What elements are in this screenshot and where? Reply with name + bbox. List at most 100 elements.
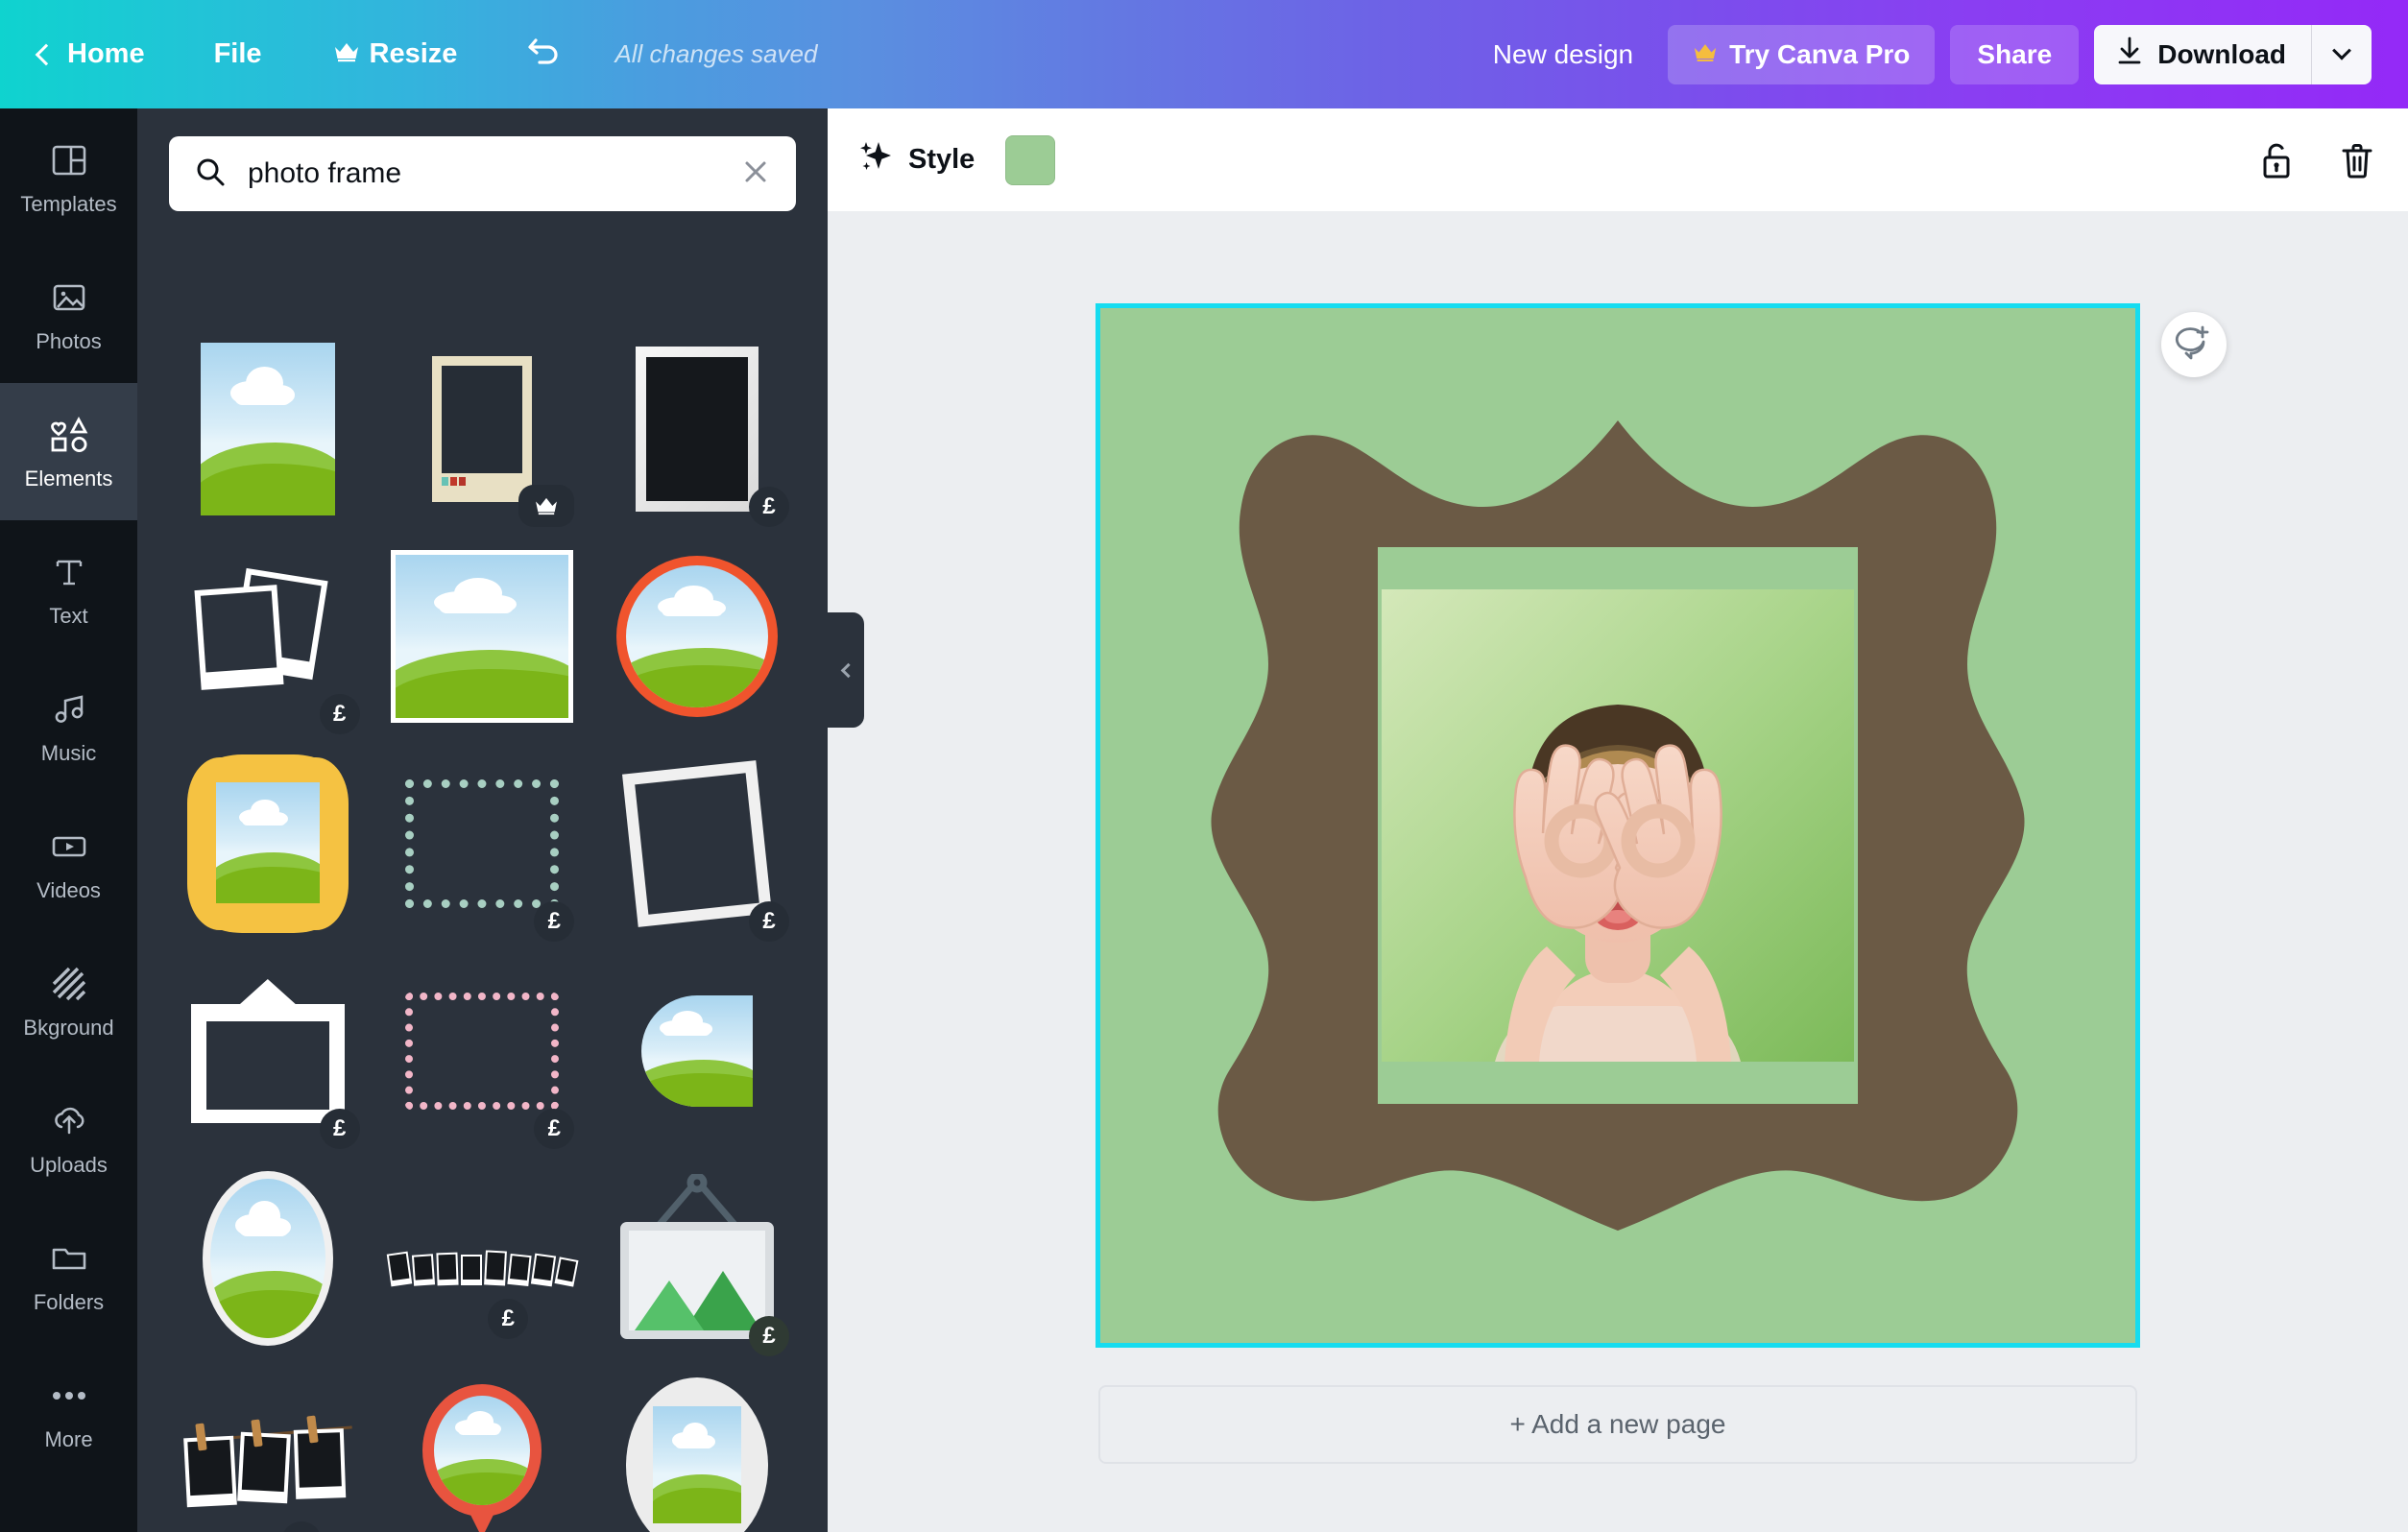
pink-stitched-frame bbox=[405, 993, 560, 1110]
elements-results-grid[interactable]: £ £ £ £ £ £ £ £ bbox=[137, 325, 828, 1532]
sidebar-item-photos[interactable]: Photos bbox=[0, 246, 137, 383]
element-result[interactable] bbox=[375, 325, 590, 533]
element-result[interactable] bbox=[590, 947, 805, 1155]
download-label: Download bbox=[2157, 38, 2286, 69]
left-sidebar: Templates Photos Elements Text Music Vid… bbox=[0, 108, 137, 1532]
ellipsis-icon bbox=[49, 1374, 89, 1418]
folder-icon bbox=[49, 1236, 89, 1281]
home-button[interactable]: Home bbox=[35, 38, 145, 70]
element-result[interactable]: £ bbox=[590, 1155, 805, 1362]
sidebar-item-label: Templates bbox=[20, 191, 117, 216]
sidebar-item-background[interactable]: Bkground bbox=[0, 932, 137, 1069]
search-input[interactable] bbox=[248, 157, 740, 190]
price-badge: £ bbox=[319, 1109, 360, 1149]
white-border-black-frame bbox=[636, 347, 759, 512]
element-result[interactable] bbox=[375, 1362, 590, 1532]
price-badge: £ bbox=[488, 1299, 529, 1339]
sidebar-item-folders[interactable]: Folders bbox=[0, 1207, 137, 1344]
framed-photo[interactable] bbox=[1382, 589, 1854, 1062]
hanging-picture-frame bbox=[616, 1174, 778, 1343]
tilted-white-frame bbox=[622, 760, 773, 927]
shapes-icon bbox=[49, 413, 89, 457]
download-button[interactable]: Download bbox=[2094, 25, 2311, 84]
video-play-icon bbox=[49, 825, 89, 869]
element-result[interactable]: £ bbox=[590, 325, 805, 533]
sidebar-item-templates[interactable]: Templates bbox=[0, 108, 137, 246]
add-comment-button[interactable] bbox=[2161, 312, 2227, 377]
element-result[interactable] bbox=[375, 533, 590, 740]
add-page-label: + Add a new page bbox=[1509, 1409, 1726, 1439]
sidebar-item-label: Photos bbox=[36, 328, 102, 353]
sidebar-item-text[interactable]: Text bbox=[0, 520, 137, 658]
half-circle-frame bbox=[641, 995, 754, 1107]
new-design-label: New design bbox=[1492, 38, 1634, 69]
price-badge: £ bbox=[319, 694, 360, 734]
pro-crown-badge bbox=[518, 485, 575, 527]
design-page[interactable] bbox=[1096, 303, 2140, 1348]
element-result[interactable] bbox=[590, 533, 805, 740]
sidebar-item-label: Uploads bbox=[30, 1152, 108, 1177]
close-x-icon[interactable] bbox=[740, 156, 771, 192]
element-result[interactable]: £ bbox=[160, 533, 375, 740]
search-box[interactable] bbox=[169, 136, 796, 211]
hatch-icon bbox=[50, 962, 88, 1006]
element-result[interactable]: £ bbox=[160, 947, 375, 1155]
sidebar-item-uploads[interactable]: Uploads bbox=[0, 1069, 137, 1207]
sidebar-item-label: Text bbox=[49, 603, 88, 628]
text-t-icon bbox=[50, 550, 88, 594]
clothespin-photos bbox=[182, 1404, 352, 1527]
object-toolbar: Style bbox=[828, 108, 2408, 211]
element-result[interactable]: £ bbox=[375, 1155, 590, 1362]
crown-icon bbox=[1693, 39, 1718, 69]
share-button[interactable]: Share bbox=[1950, 24, 2080, 84]
app-header: Home File Resize All changes saved New d… bbox=[0, 0, 2408, 108]
download-arrow-icon bbox=[2117, 36, 2142, 72]
download-options-button[interactable] bbox=[2312, 25, 2372, 84]
ornate-photo-frame[interactable] bbox=[1205, 413, 2031, 1238]
sidebar-item-label: More bbox=[44, 1426, 93, 1451]
open-box-frame bbox=[190, 979, 345, 1123]
collapse-panel-button[interactable] bbox=[828, 612, 864, 728]
sidebar-item-more[interactable]: More bbox=[0, 1344, 137, 1481]
add-new-page-button[interactable]: + Add a new page bbox=[1098, 1385, 2137, 1464]
undo-arrow-icon bbox=[526, 35, 563, 75]
style-label: Style bbox=[908, 144, 975, 175]
element-result[interactable]: £ bbox=[375, 740, 590, 947]
new-design-button[interactable]: New design bbox=[1493, 39, 1633, 70]
trash-icon[interactable] bbox=[2339, 140, 2375, 180]
undo-button[interactable] bbox=[526, 35, 563, 75]
home-label: Home bbox=[67, 38, 145, 69]
style-color-swatch[interactable] bbox=[1005, 134, 1056, 185]
map-pin-frame bbox=[422, 1384, 542, 1532]
oval-white-frame bbox=[626, 1377, 769, 1532]
sidebar-item-label: Music bbox=[40, 740, 97, 765]
try-canva-pro-button[interactable]: Try Canva Pro bbox=[1668, 24, 1936, 84]
element-result[interactable] bbox=[160, 740, 375, 947]
element-result[interactable] bbox=[160, 1155, 375, 1362]
price-badge: £ bbox=[534, 1109, 575, 1149]
price-badge: £ bbox=[749, 901, 789, 942]
price-badge: £ bbox=[534, 901, 575, 942]
price-badge: £ bbox=[749, 487, 789, 527]
sidebar-item-elements[interactable]: Elements bbox=[0, 383, 137, 520]
unlock-icon[interactable] bbox=[2258, 140, 2295, 180]
price-badge: £ bbox=[749, 1316, 789, 1356]
resize-button[interactable]: Resize bbox=[333, 38, 457, 70]
save-status: All changes saved bbox=[614, 39, 818, 68]
gold-ornate-frame bbox=[186, 754, 349, 933]
plain-portrait-frame bbox=[200, 343, 335, 515]
element-result[interactable]: £ bbox=[375, 947, 590, 1155]
element-result[interactable] bbox=[160, 325, 375, 533]
share-label: Share bbox=[1977, 38, 2053, 69]
page-area: + Add a new page bbox=[828, 303, 2408, 1464]
sidebar-item-music[interactable]: Music bbox=[0, 658, 137, 795]
sidebar-item-videos[interactable]: Videos bbox=[0, 795, 137, 932]
file-menu-button[interactable]: File bbox=[214, 38, 262, 70]
cloud-upload-icon bbox=[49, 1099, 89, 1143]
sidebar-item-label: Videos bbox=[36, 877, 101, 902]
add-comment-icon bbox=[2175, 323, 2213, 367]
element-result[interactable]: £ bbox=[160, 1362, 375, 1532]
style-button[interactable]: Style bbox=[856, 138, 975, 182]
element-result[interactable] bbox=[590, 1362, 805, 1532]
element-result[interactable]: £ bbox=[590, 740, 805, 947]
